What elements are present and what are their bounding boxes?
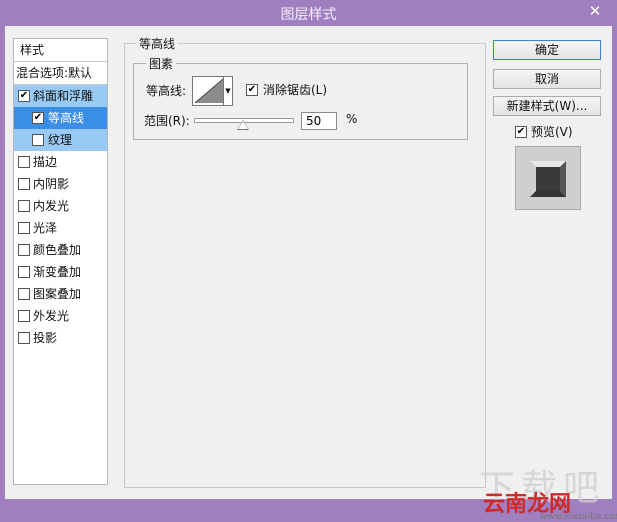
contour-section: 等高线 图素 等高线: ▼ ✔ 消除锯齿(L) 范围(R): %: [124, 35, 486, 488]
contour-curve-picker[interactable]: [192, 76, 226, 106]
title-bar[interactable]: 图层样式 ✕: [0, 0, 617, 26]
dialog-body: 样式 混合选项:默认 ✔ 斜面和浮雕 ✔ 等高线 纹理 描边 内阴影 内发光 光…: [5, 26, 617, 522]
bevel-preview-icon: [530, 161, 566, 197]
inner-shadow-checkbox[interactable]: [18, 178, 30, 190]
contour-curve-icon: [194, 78, 224, 104]
style-item-inner-shadow[interactable]: 内阴影: [14, 173, 107, 195]
satin-checkbox[interactable]: [18, 222, 30, 234]
gradient-overlay-checkbox[interactable]: [18, 266, 30, 278]
close-button[interactable]: ✕: [581, 1, 609, 21]
style-item-label: 颜色叠加: [33, 243, 82, 257]
texture-checkbox[interactable]: [32, 134, 44, 146]
range-input[interactable]: [301, 112, 337, 130]
group-title: 图素: [146, 55, 177, 72]
stroke-checkbox[interactable]: [18, 156, 30, 168]
cancel-button[interactable]: 取消: [493, 69, 601, 89]
contour-checkbox[interactable]: ✔: [32, 112, 44, 124]
style-item-color-overlay[interactable]: 颜色叠加: [14, 239, 107, 261]
style-item-label: 外发光: [33, 309, 70, 323]
style-item-texture[interactable]: 纹理: [14, 129, 107, 151]
blend-options-item[interactable]: 混合选项:默认: [14, 62, 107, 85]
style-item-satin[interactable]: 光泽: [14, 217, 107, 239]
close-icon: ✕: [588, 2, 602, 20]
styles-list: 样式 混合选项:默认 ✔ 斜面和浮雕 ✔ 等高线 纹理 描边 内阴影 内发光 光…: [13, 38, 108, 485]
ok-button[interactable]: 确定: [493, 40, 601, 60]
window-title: 图层样式: [280, 7, 337, 23]
style-item-label: 斜面和浮雕: [33, 89, 94, 103]
new-style-button[interactable]: 新建样式(W)...: [493, 96, 601, 116]
styles-header[interactable]: 样式: [14, 39, 107, 62]
style-item-label: 内发光: [33, 199, 70, 213]
elements-group: 图素 等高线: ▼ ✔ 消除锯齿(L) 范围(R): %: [133, 55, 468, 140]
range-label: 范围(R):: [144, 114, 190, 128]
drop-shadow-checkbox[interactable]: [18, 332, 30, 344]
style-item-bevel-emboss[interactable]: ✔ 斜面和浮雕: [14, 85, 107, 107]
style-item-outer-glow[interactable]: 外发光: [14, 305, 107, 327]
watermark-url: www.xiazaiba.com: [540, 512, 617, 522]
style-item-gradient-overlay[interactable]: 渐变叠加: [14, 261, 107, 283]
color-overlay-checkbox[interactable]: [18, 244, 30, 256]
contour-label: 等高线:: [146, 84, 187, 98]
style-item-contour[interactable]: ✔ 等高线: [14, 107, 107, 129]
outer-glow-checkbox[interactable]: [18, 310, 30, 322]
style-preview: [515, 146, 581, 210]
bevel-emboss-checkbox[interactable]: ✔: [18, 90, 30, 102]
style-item-label: 等高线: [48, 111, 85, 125]
chevron-down-icon: ▼: [225, 87, 231, 95]
style-item-label: 渐变叠加: [33, 265, 82, 279]
antialias-label[interactable]: 消除锯齿(L): [263, 81, 327, 98]
style-item-label: 纹理: [48, 133, 73, 147]
inner-glow-checkbox[interactable]: [18, 200, 30, 212]
style-item-stroke[interactable]: 描边: [14, 151, 107, 173]
range-unit: %: [346, 112, 358, 126]
style-item-label: 投影: [33, 331, 58, 345]
style-item-label: 内阴影: [33, 177, 70, 191]
range-slider-thumb[interactable]: [238, 121, 248, 129]
style-item-drop-shadow[interactable]: 投影: [14, 327, 107, 349]
style-item-label: 图案叠加: [33, 287, 82, 301]
style-item-pattern-overlay[interactable]: 图案叠加: [14, 283, 107, 305]
preview-label[interactable]: 预览(V): [531, 123, 573, 140]
style-item-label: 描边: [33, 155, 58, 169]
style-item-label: 光泽: [33, 221, 58, 235]
style-item-inner-glow[interactable]: 内发光: [14, 195, 107, 217]
contour-dropdown-button[interactable]: ▼: [223, 76, 233, 106]
antialias-checkbox[interactable]: ✔: [246, 84, 258, 96]
section-title: 等高线: [136, 35, 179, 52]
pattern-overlay-checkbox[interactable]: [18, 288, 30, 300]
preview-checkbox[interactable]: ✔: [515, 126, 527, 138]
